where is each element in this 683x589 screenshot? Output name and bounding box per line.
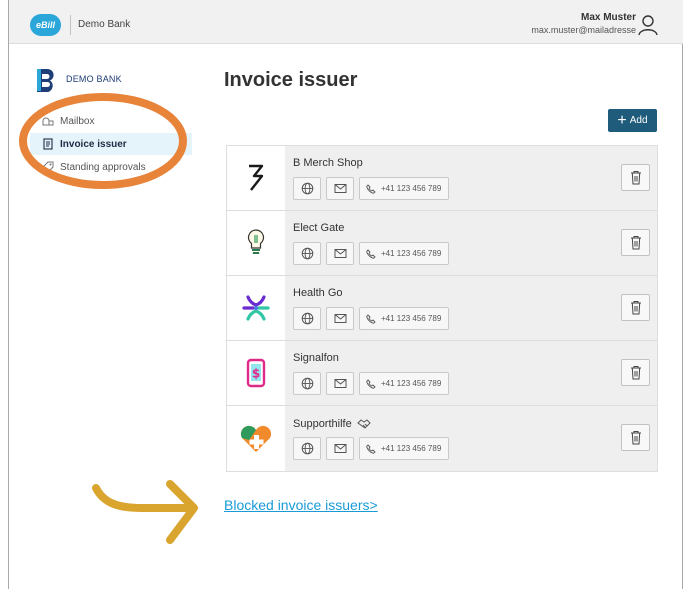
email-button[interactable] — [326, 307, 354, 330]
trash-icon — [630, 431, 641, 445]
email-button[interactable] — [326, 177, 354, 200]
issuer-logo — [227, 276, 285, 340]
phone-icon — [366, 313, 376, 324]
phone-button[interactable]: +41 123 456 789 — [359, 177, 450, 200]
globe-icon — [301, 442, 313, 455]
handshake-icon — [356, 419, 371, 429]
user-info[interactable]: Max Muster max.muster@mailadresse — [531, 12, 636, 36]
phone-button[interactable]: +41 123 456 789 — [359, 307, 450, 330]
phone-icon — [366, 248, 376, 259]
page-title: Invoice issuer — [224, 69, 358, 91]
issuer-list: B Merch Shop +41 123 456 789 Elect Gate … — [226, 145, 658, 472]
b-merch-logo-icon — [249, 164, 264, 191]
issuer-logo — [227, 146, 285, 210]
tag-icon — [42, 161, 54, 173]
sidebar-item-label: Invoice issuer — [60, 138, 127, 150]
issuer-name: Health Go — [293, 287, 343, 299]
issuer-name: Signalfon — [293, 352, 339, 364]
add-button-label: Add — [629, 115, 648, 126]
envelope-icon — [334, 249, 346, 258]
issuer-name: Elect Gate — [293, 222, 345, 234]
issuer-row[interactable]: Elect Gate +41 123 456 789 — [227, 211, 657, 276]
blocked-issuers-link[interactable]: Blocked invoice issuers> — [224, 497, 378, 513]
sidebar-nav: Mailbox Invoice issuer Standing approval… — [30, 110, 192, 179]
website-button[interactable] — [293, 242, 321, 265]
bank-logo-icon — [37, 69, 54, 92]
email-button[interactable] — [326, 437, 354, 460]
trash-icon — [630, 171, 641, 185]
issuer-logo — [227, 211, 285, 275]
delete-button[interactable] — [621, 294, 650, 321]
globe-icon — [301, 182, 313, 195]
email-button[interactable] — [326, 372, 354, 395]
phone-button[interactable]: +41 123 456 789 — [359, 242, 450, 265]
phone-icon — [366, 443, 376, 454]
annotation-arrow — [92, 480, 198, 544]
website-button[interactable] — [293, 437, 321, 460]
topbar-divider — [70, 15, 71, 35]
plus-icon: + — [617, 111, 627, 129]
trash-icon — [630, 301, 641, 315]
trash-icon — [630, 366, 641, 380]
mailbox-icon — [42, 117, 54, 126]
svg-text:$: $ — [252, 367, 260, 381]
issuer-row[interactable]: B Merch Shop +41 123 456 789 — [227, 146, 657, 211]
delete-button[interactable] — [621, 424, 650, 451]
issuer-logo: $ — [227, 341, 285, 405]
phone-number: +41 123 456 789 — [381, 379, 442, 388]
sidebar-item-label: Mailbox — [60, 115, 95, 127]
brand-name: DEMO BANK — [66, 74, 122, 84]
envelope-icon — [334, 444, 346, 453]
add-issuer-button[interactable]: + Add — [608, 109, 657, 132]
issuer-logo — [227, 406, 285, 471]
supporthilfe-logo-icon — [240, 425, 272, 452]
issuer-row[interactable]: Health Go +41 123 456 789 — [227, 276, 657, 341]
phone-number: +41 123 456 789 — [381, 184, 442, 193]
phone-icon — [366, 378, 376, 389]
envelope-icon — [334, 379, 346, 388]
trash-icon — [630, 236, 641, 250]
envelope-icon — [334, 184, 346, 193]
signalfon-logo-icon: $ — [246, 358, 266, 388]
user-name: Max Muster — [580, 12, 636, 23]
envelope-icon — [334, 314, 346, 323]
website-button[interactable] — [293, 372, 321, 395]
ebill-logo[interactable]: eBill — [30, 14, 61, 36]
person-icon[interactable] — [637, 13, 659, 37]
document-icon — [43, 138, 53, 150]
website-button[interactable] — [293, 177, 321, 200]
issuer-row[interactable]: $ Signalfon +41 123 456 789 — [227, 341, 657, 406]
lightbulb-icon — [247, 229, 265, 254]
delete-button[interactable] — [621, 359, 650, 386]
phone-number: +41 123 456 789 — [381, 444, 442, 453]
sidebar-item-mailbox[interactable]: Mailbox — [30, 110, 192, 132]
brand[interactable]: DEMO BANK — [34, 66, 122, 92]
issuer-name-text: Supporthilfe — [293, 418, 352, 430]
delete-button[interactable] — [621, 164, 650, 191]
issuer-row[interactable]: Supporthilfe +41 123 456 789 — [227, 406, 657, 471]
phone-button[interactable]: +41 123 456 789 — [359, 372, 450, 395]
globe-icon — [301, 247, 313, 260]
user-email: max.muster@mailadresse — [531, 25, 636, 35]
phone-button[interactable]: +41 123 456 789 — [359, 437, 450, 460]
window-border-left — [8, 0, 9, 589]
issuer-name: Supporthilfe — [293, 417, 373, 431]
top-bar: eBill Demo Bank Max Muster max.muster@ma… — [9, 0, 683, 44]
issuer-name: B Merch Shop — [293, 157, 363, 169]
sidebar-item-standing-approvals[interactable]: Standing approvals — [30, 156, 192, 178]
website-button[interactable] — [293, 307, 321, 330]
email-button[interactable] — [326, 242, 354, 265]
health-go-logo-icon — [242, 295, 270, 321]
delete-button[interactable] — [621, 229, 650, 256]
sidebar-item-label: Standing approvals — [60, 161, 146, 173]
globe-icon — [301, 312, 313, 325]
phone-number: +41 123 456 789 — [381, 314, 442, 323]
sidebar-item-invoice-issuer[interactable]: Invoice issuer — [30, 133, 192, 155]
bank-label: Demo Bank — [78, 19, 131, 30]
globe-icon — [301, 377, 313, 390]
phone-icon — [366, 183, 376, 194]
phone-number: +41 123 456 789 — [381, 249, 442, 258]
